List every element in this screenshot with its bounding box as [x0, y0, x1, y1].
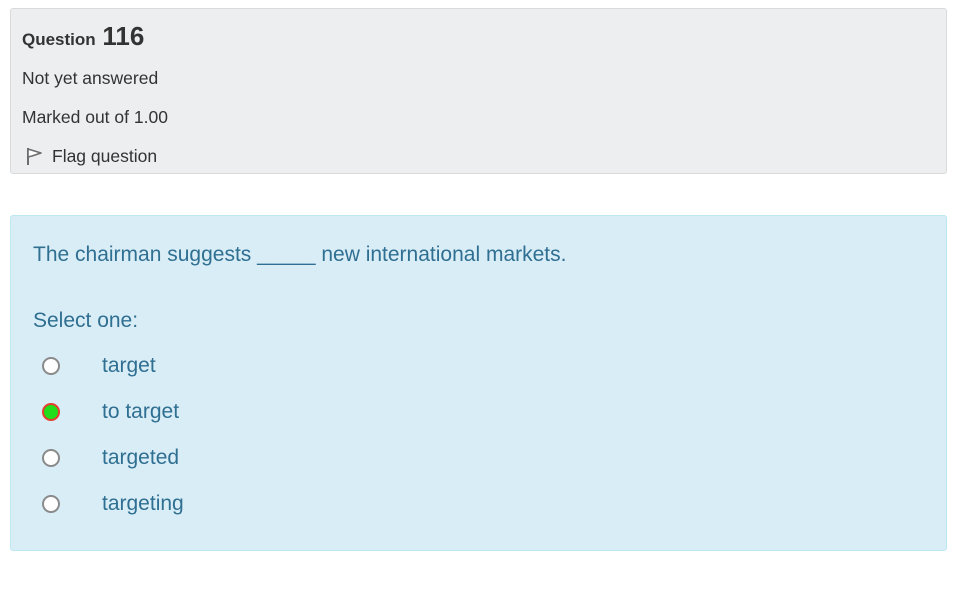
- answer-label: to target: [102, 400, 180, 423]
- answer-label: targeting: [102, 492, 184, 515]
- answer-option-to-target[interactable]: to target: [33, 389, 924, 435]
- answer-options: target to target targeted targeting: [33, 343, 924, 527]
- question-state: Not yet answered: [22, 68, 159, 88]
- answer-label: targeted: [102, 446, 180, 469]
- question-content-panel: The chairman suggests _____ new internat…: [10, 215, 947, 551]
- question-info-panel: Question 116 Not yet answered Marked out…: [10, 8, 947, 174]
- answer-option-targeted[interactable]: targeted: [33, 435, 924, 481]
- question-label: Question: [22, 30, 96, 49]
- radio-button[interactable]: [42, 495, 60, 513]
- answer-option-targeting[interactable]: targeting: [33, 481, 924, 527]
- question-heading: Question 116: [22, 21, 935, 51]
- question-number: 116: [102, 21, 145, 51]
- flag-icon: [27, 148, 42, 165]
- radio-button[interactable]: [42, 449, 60, 467]
- radio-button[interactable]: [42, 357, 60, 375]
- question-grade: Marked out of 1.00: [22, 107, 168, 127]
- answer-option-target[interactable]: target: [33, 343, 924, 389]
- flag-question-link[interactable]: Flag question: [22, 145, 935, 167]
- select-one-prompt: Select one:: [33, 309, 139, 332]
- question-text: The chairman suggests _____ new internat…: [33, 243, 567, 266]
- radio-button[interactable]: [42, 403, 60, 421]
- answer-label: target: [102, 354, 156, 377]
- flag-question-label: Flag question: [52, 146, 158, 166]
